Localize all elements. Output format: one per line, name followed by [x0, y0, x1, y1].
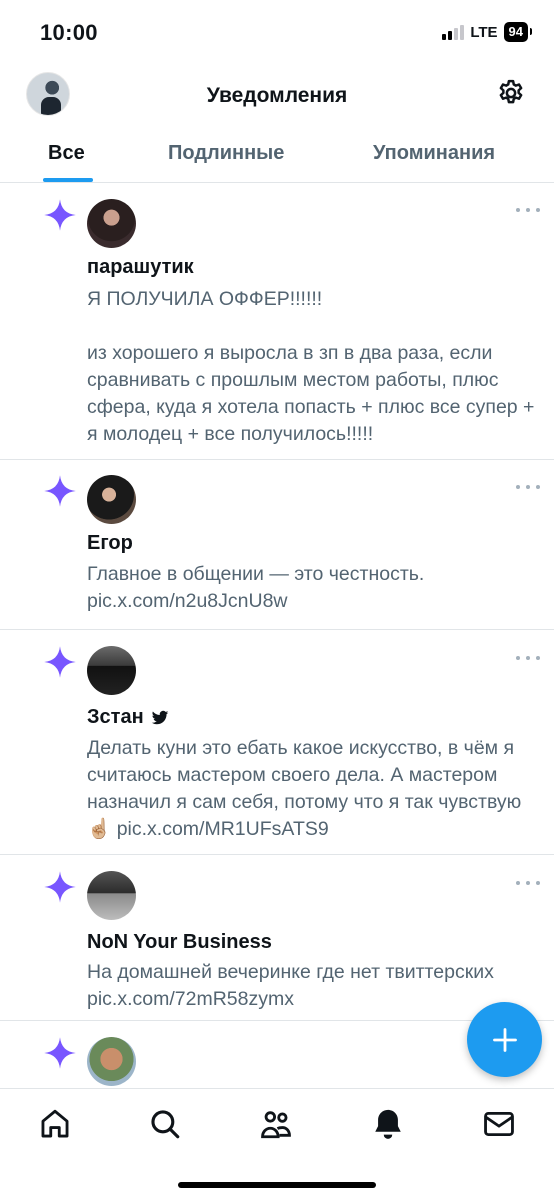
- notification-text: Делать куни это ебать какое искусство, в…: [87, 737, 527, 840]
- plus-icon: [492, 1027, 517, 1052]
- author-name: парашутик: [87, 256, 194, 278]
- bell-icon[interactable]: [371, 1107, 405, 1141]
- active-tab-indicator: [43, 178, 93, 182]
- more-options-icon[interactable]: [516, 878, 540, 888]
- notifications-list: парашутик Я ПОЛУЧИЛА ОФФЕР!!!!!! из хоро…: [0, 183, 554, 1091]
- sparkle-icon: [44, 475, 76, 507]
- avatar[interactable]: [87, 1037, 136, 1086]
- avatar[interactable]: [87, 475, 136, 524]
- home-icon[interactable]: [38, 1107, 72, 1141]
- avatar[interactable]: [87, 871, 136, 920]
- more-options-icon[interactable]: [516, 653, 540, 663]
- author-name: Зстан: [87, 706, 170, 729]
- signal-icon: [442, 24, 465, 40]
- tab-all[interactable]: Все: [48, 142, 85, 165]
- notification-text: Главное в общении — это честность. pic.x…: [87, 563, 430, 612]
- network-type: LTE: [470, 23, 498, 41]
- status-indicators: LTE 94: [442, 22, 533, 42]
- search-icon[interactable]: [148, 1107, 182, 1141]
- tab-bar: Все Подлинные Упоминания: [0, 126, 554, 183]
- twitter-bird-icon: [151, 710, 168, 724]
- tab-mentions[interactable]: Упоминания: [373, 142, 495, 165]
- notification-item[interactable]: парашутик Я ПОЛУЧИЛА ОФФЕР!!!!!! из хоро…: [0, 183, 554, 460]
- notification-text: Я ПОЛУЧИЛА ОФФЕР!!!!!! из хорошего я выр…: [87, 288, 535, 445]
- author-name: Егор: [87, 532, 133, 554]
- sparkle-icon: [44, 871, 76, 903]
- status-bar: 10:00 LTE 94: [0, 0, 554, 64]
- sparkle-icon: [44, 1037, 76, 1069]
- compose-button[interactable]: [467, 1002, 542, 1077]
- header: Уведомления: [0, 64, 554, 126]
- avatar[interactable]: [87, 199, 136, 248]
- more-options-icon[interactable]: [516, 482, 540, 492]
- avatar[interactable]: [87, 646, 136, 695]
- home-indicator: [178, 1182, 376, 1188]
- battery-indicator: 94: [503, 22, 533, 42]
- notification-item[interactable]: Зстан Делать куни это ебать какое искусс…: [0, 630, 554, 855]
- notification-item[interactable]: Егор Главное в общении — это честность. …: [0, 460, 554, 630]
- sparkle-icon: [44, 646, 76, 678]
- sparkle-icon: [44, 199, 76, 231]
- communities-icon[interactable]: [259, 1107, 293, 1141]
- page-title: Уведомления: [206, 84, 348, 107]
- author-name: NoN Your Business: [87, 931, 272, 953]
- more-options-icon[interactable]: [516, 205, 540, 215]
- notification-text: На домашней вечеринке где нет твиттерски…: [87, 961, 500, 1010]
- notification-item[interactable]: NoN Your Business На домашней вечеринке …: [0, 855, 554, 1021]
- mail-icon[interactable]: [482, 1107, 516, 1141]
- tab-verified[interactable]: Подлинные: [168, 142, 284, 165]
- status-time: 10:00: [40, 20, 98, 45]
- gear-icon[interactable]: [496, 78, 526, 108]
